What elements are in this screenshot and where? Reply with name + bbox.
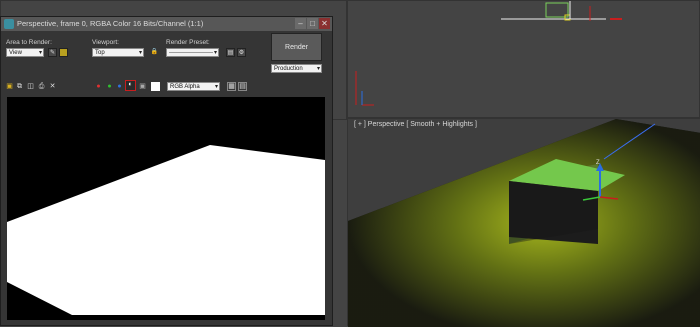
maximize-button[interactable]: □ (307, 18, 318, 29)
title-bar[interactable]: Perspective, frame 0, RGBA Color 16 Bits… (1, 17, 332, 31)
clear-image-icon[interactable]: ✕ (48, 82, 57, 91)
area-to-render-dropdown[interactable]: View (6, 48, 44, 57)
rendered-image (7, 97, 325, 320)
toggle-ui-overlay-icon[interactable]: ▦ (227, 82, 236, 91)
channel-display-dropdown[interactable]: RGB Alpha (167, 82, 220, 91)
swatch-icon[interactable] (151, 82, 160, 91)
close-button[interactable]: ✕ (319, 18, 330, 29)
svg-text:Z: Z (596, 160, 600, 166)
top-view-scene (355, 1, 622, 106)
viewport-perspective[interactable]: Z [ + ] Perspective [ Smooth + Highlight… (347, 118, 700, 327)
render-button[interactable]: Render (271, 33, 322, 61)
red-channel-icon[interactable]: ● (94, 82, 103, 91)
perspective-viewport-label[interactable]: [ + ] Perspective [ Smooth + Highlights … (354, 121, 477, 128)
save-image-icon[interactable]: ▣ (5, 82, 14, 91)
edit-region-icon[interactable]: ✎ (48, 48, 57, 57)
viewport-label: Viewport: (92, 39, 119, 46)
app-icon (4, 19, 14, 29)
viewport-top-right[interactable] (347, 0, 700, 118)
production-dropdown[interactable]: Production (271, 64, 322, 73)
perspective-scene: Z (348, 119, 700, 327)
alpha-channel-icon[interactable]: ◐ (125, 80, 136, 91)
lock-icon[interactable]: 🔒 (150, 48, 159, 57)
green-channel-icon[interactable]: ● (105, 82, 114, 91)
rendered-frame-window: Perspective, frame 0, RGBA Color 16 Bits… (0, 16, 333, 326)
clone-window-icon[interactable]: ◫ (26, 82, 35, 91)
window-title: Perspective, frame 0, RGBA Color 16 Bits… (17, 19, 204, 28)
render-preset-dropdown[interactable]: ---------------------- (166, 48, 219, 57)
render-preset-label: Render Preset: (166, 39, 210, 46)
monochrome-icon[interactable]: ▣ (138, 82, 147, 91)
rendered-plane (7, 145, 325, 315)
render-setup-icon[interactable]: ⚙ (237, 48, 246, 57)
print-image-icon[interactable]: ⎙ (37, 82, 46, 91)
save-preset-icon[interactable]: ▤ (226, 48, 235, 57)
blue-channel-icon[interactable]: ● (115, 82, 124, 91)
area-to-render-label: Area to Render: (6, 39, 52, 46)
auto-region-icon[interactable] (59, 48, 68, 57)
toggle-ui-icon[interactable]: ▤ (238, 82, 247, 91)
minimize-button[interactable]: – (295, 18, 306, 29)
viewport-dropdown[interactable]: Top (92, 48, 144, 57)
copy-image-icon[interactable]: ⧉ (15, 82, 24, 91)
